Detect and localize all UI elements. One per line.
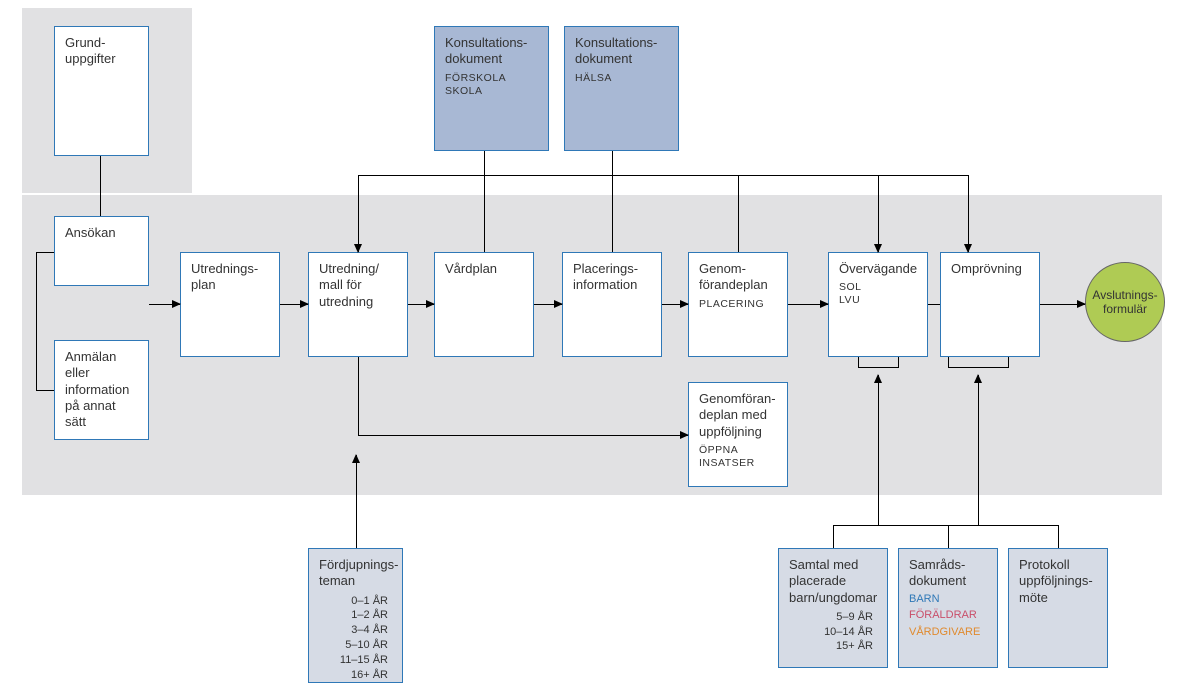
arrow: [1040, 304, 1085, 305]
line: [36, 252, 37, 390]
arrow: [878, 175, 879, 252]
line: [948, 525, 949, 548]
arrow: [408, 304, 434, 305]
label: Protokoll uppföljnings- möte: [1019, 557, 1093, 605]
line: [358, 175, 968, 176]
label: Genomföran- deplan med uppföljning: [699, 391, 776, 439]
arrow: [534, 304, 562, 305]
box-placeringsinfo: Placerings- information: [562, 252, 662, 357]
label: Konsultations- dokument: [445, 35, 527, 66]
line: [100, 156, 101, 216]
arrow: [878, 375, 879, 525]
label: Ansökan: [65, 225, 116, 240]
arrow: [280, 304, 308, 305]
box-anmalan: Anmälan eller information på annat sätt: [54, 340, 149, 440]
line: [858, 357, 859, 367]
box-samtal-barn: Samtal med placerade barn/ungdomar 5–9 Å…: [778, 548, 888, 668]
label: Utredning/ mall för utredning: [319, 261, 379, 309]
sublabel: FÖRSKOLA SKOLA: [445, 72, 538, 98]
items: 5–9 ÅR 10–14 ÅR 15+ ÅR: [789, 610, 877, 655]
arrow: [358, 175, 359, 252]
box-genomforandeplan-oppna: Genomföran- deplan med uppföljning ÖPPNA…: [688, 382, 788, 487]
box-genomforandeplan-plac: Genom- förandeplan PLACERING: [688, 252, 788, 357]
item-foraldrar: FÖRÄLDRAR: [909, 609, 987, 623]
line: [833, 525, 1059, 526]
arrow: [662, 304, 688, 305]
box-vardplan: Vårdplan: [434, 252, 534, 357]
label: Vårdplan: [445, 261, 497, 276]
arrow: [788, 304, 828, 305]
line: [833, 525, 834, 548]
box-grunduppgifter: Grund- uppgifter: [54, 26, 149, 156]
items: 0–1 ÅR 1–2 ÅR 3–4 ÅR 5–10 ÅR 11–15 ÅR 16…: [319, 594, 392, 683]
line: [948, 367, 1009, 368]
label: Placerings- information: [573, 261, 638, 292]
label: Grund- uppgifter: [65, 35, 116, 66]
box-ansokan: Ansökan: [54, 216, 149, 286]
box-utredningsplan: Utrednings- plan: [180, 252, 280, 357]
arrow: [149, 304, 180, 305]
line: [612, 175, 613, 252]
line: [898, 357, 899, 367]
box-konsultation-forskola: Konsultations- dokument FÖRSKOLA SKOLA: [434, 26, 549, 151]
label: Anmälan eller information på annat sätt: [65, 349, 129, 429]
item-vardgivare: VÅRDGIVARE: [909, 626, 987, 640]
line: [1058, 525, 1059, 548]
line: [738, 175, 739, 252]
label: Avslutnings- formulär: [1092, 288, 1157, 316]
line: [484, 175, 485, 252]
line: [858, 367, 899, 368]
line: [612, 151, 613, 176]
box-protokoll: Protokoll uppföljnings- möte: [1008, 548, 1108, 668]
label: Konsultations- dokument: [575, 35, 657, 66]
label: Utrednings- plan: [191, 261, 258, 292]
sublabel: ÖPPNA INSATSER: [699, 444, 777, 470]
circle-avslutningsformular: Avslutnings- formulär: [1085, 262, 1165, 342]
label: Samtal med placerade barn/ungdomar: [789, 557, 877, 605]
arrow: [968, 175, 969, 252]
line: [928, 304, 940, 305]
line: [36, 390, 54, 391]
arrow: [358, 435, 688, 436]
box-omprovning: Omprövning: [940, 252, 1040, 357]
line: [484, 151, 485, 176]
item-barn: BARN: [909, 593, 987, 607]
label: Samråds- dokument: [909, 557, 966, 588]
box-utredning-mall: Utredning/ mall för utredning: [308, 252, 408, 357]
box-samradsdokument: Samråds- dokument BARN FÖRÄLDRAR VÅRDGIV…: [898, 548, 998, 668]
sublabel: PLACERING: [699, 298, 777, 311]
label: Övervägande: [839, 261, 917, 276]
line: [36, 304, 37, 305]
box-konsultation-halsa: Konsultations- dokument HÄLSA: [564, 26, 679, 151]
label: Omprövning: [951, 261, 1022, 276]
arrow: [978, 375, 979, 525]
line: [36, 252, 54, 253]
line: [358, 357, 359, 435]
line: [948, 357, 949, 367]
label: Fördjupnings- teman: [319, 557, 399, 588]
box-fordjupningsteman: Fördjupnings- teman 0–1 ÅR 1–2 ÅR 3–4 ÅR…: [308, 548, 403, 683]
line: [1008, 357, 1009, 367]
arrow: [356, 455, 357, 548]
box-overvagande: Övervägande SOL LVU: [828, 252, 928, 357]
sublabel: SOL LVU: [839, 281, 917, 307]
sublabel: HÄLSA: [575, 72, 668, 85]
label: Genom- förandeplan: [699, 261, 768, 292]
